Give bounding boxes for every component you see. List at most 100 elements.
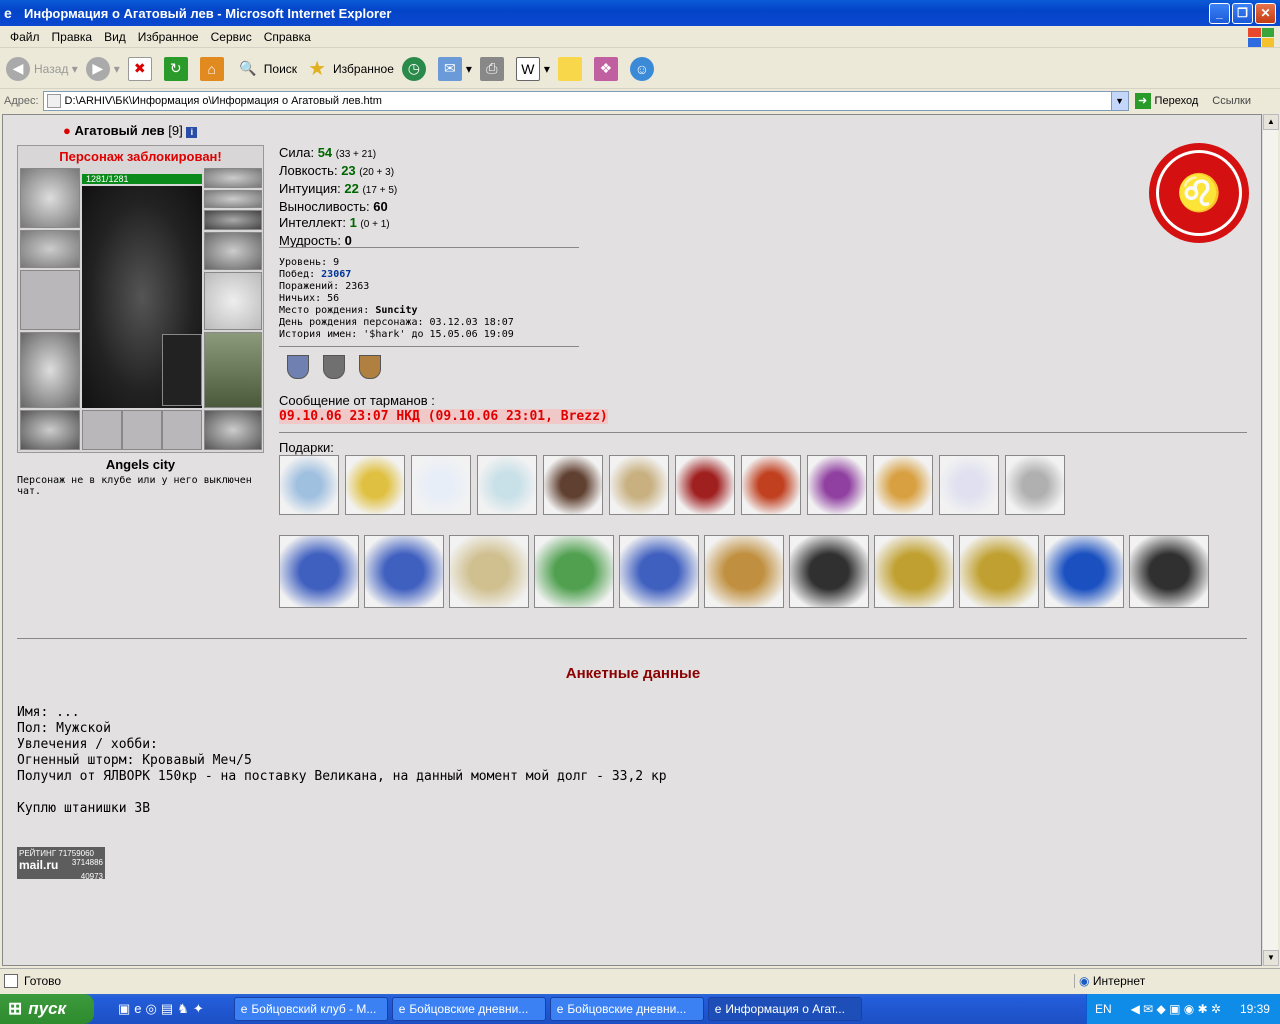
vertical-scrollbar[interactable]: ▲ ▼ — [1262, 114, 1279, 966]
gift-item[interactable] — [619, 535, 699, 608]
gift-item[interactable] — [1044, 535, 1124, 608]
window-title: Информация о Агатовый лев - Microsoft In… — [24, 5, 392, 21]
edit-button[interactable]: W ▾ — [515, 56, 550, 81]
search-button[interactable]: 🔍 Поиск — [236, 57, 297, 81]
bracers-slot[interactable] — [20, 230, 80, 268]
task-button[interactable]: e Бойцовский клуб - M... — [233, 997, 388, 1021]
language-indicator[interactable]: EN — [1095, 1002, 1112, 1016]
history-button[interactable]: ◷ — [401, 56, 430, 81]
favorites-button[interactable]: ★ Избранное — [305, 57, 394, 81]
lion-emblem-icon: ♌ — [1149, 143, 1249, 243]
pet-slot[interactable] — [162, 334, 202, 406]
gift-item[interactable] — [1005, 455, 1065, 515]
address-input[interactable]: D:\ARHIV\БК\Информация о\Информация о Аг… — [42, 91, 1129, 111]
discuss-button[interactable] — [557, 56, 586, 81]
gift-item[interactable] — [741, 455, 801, 515]
gift-item[interactable] — [411, 455, 471, 515]
menu-edit[interactable]: Правка — [52, 30, 93, 44]
gift-item[interactable] — [1129, 535, 1209, 608]
maximize-button[interactable]: ❐ — [1232, 3, 1253, 24]
history-icon: ◷ — [401, 56, 426, 81]
gift-item[interactable] — [873, 455, 933, 515]
belt-slot[interactable] — [20, 410, 80, 450]
gift-item[interactable] — [345, 455, 405, 515]
tray-icons[interactable]: ◀ ✉ ◆ ▣ ◉ ✱ ✲ — [1131, 1002, 1221, 1016]
print-button[interactable]: ⎙ — [479, 56, 508, 81]
menu-file[interactable]: Файл — [10, 30, 40, 44]
weapon-slot[interactable] — [20, 270, 80, 330]
gift-item[interactable] — [279, 455, 339, 515]
task-button[interactable]: e Бойцовские дневни... — [391, 997, 546, 1021]
gift-item[interactable] — [675, 455, 735, 515]
gift-item[interactable] — [789, 535, 869, 608]
rings-slot[interactable] — [204, 210, 262, 230]
divider — [279, 346, 579, 347]
potion-slot-1[interactable] — [82, 410, 122, 450]
gift-item[interactable] — [874, 535, 954, 608]
armor-slot[interactable] — [20, 332, 80, 408]
helmet-slot[interactable] — [20, 168, 80, 228]
quicklaunch-icon[interactable]: ▣ — [118, 1001, 130, 1017]
gift-item[interactable] — [543, 455, 603, 515]
gift-item[interactable] — [939, 455, 999, 515]
quicklaunch-icon[interactable]: ♞ — [177, 1001, 189, 1017]
mail-button[interactable]: ✉ ▾ — [437, 56, 472, 81]
menu-view[interactable]: Вид — [104, 30, 126, 44]
pants-slot[interactable] — [204, 332, 262, 408]
menu-tools[interactable]: Сервис — [211, 30, 252, 44]
boots-slot[interactable] — [204, 410, 262, 450]
refresh-button[interactable]: ↻ — [163, 56, 192, 81]
research-button[interactable]: ❖ — [593, 56, 622, 81]
badge-icon[interactable] — [323, 355, 345, 379]
gift-item[interactable] — [279, 535, 359, 608]
task-button[interactable]: e Бойцовские дневни... — [549, 997, 704, 1021]
search-icon: 🔍 — [239, 60, 257, 76]
minimize-button[interactable]: _ — [1209, 3, 1230, 24]
quicklaunch-icon[interactable]: ◎ — [146, 1001, 157, 1017]
home-button[interactable]: ⌂ — [199, 56, 228, 81]
gloves-slot[interactable] — [204, 232, 262, 270]
address-dropdown[interactable]: ▼ — [1110, 92, 1128, 110]
go-button[interactable]: ➜ Переход — [1134, 93, 1198, 109]
forward-button[interactable]: ▶ ▾ — [85, 56, 120, 81]
potion-slot-3[interactable] — [162, 410, 202, 450]
quicklaunch-icon[interactable]: ▤ — [161, 1001, 173, 1017]
info-icon[interactable]: i — [186, 127, 198, 138]
scroll-down-button[interactable]: ▼ — [1263, 950, 1279, 966]
close-button[interactable]: ✕ — [1255, 3, 1276, 24]
title-bar: e Информация о Агатовый лев - Microsoft … — [0, 0, 1280, 26]
task-button-active[interactable]: e Информация о Агат... — [707, 997, 862, 1021]
gift-item[interactable] — [704, 535, 784, 608]
scroll-up-button[interactable]: ▲ — [1263, 114, 1279, 130]
gift-item[interactable] — [609, 455, 669, 515]
shield-slot[interactable] — [204, 272, 262, 330]
stat-agility: Ловкость: 23 (20 + 3) — [279, 163, 395, 178]
links-toolbar[interactable]: Ссылки — [1212, 95, 1251, 107]
city-name: Angels city — [105, 457, 176, 472]
gift-item[interactable] — [959, 535, 1039, 608]
gift-item[interactable] — [534, 535, 614, 608]
ie-icon[interactable]: e — [134, 1001, 141, 1017]
gift-item[interactable] — [807, 455, 867, 515]
earrings-slot[interactable] — [204, 190, 262, 208]
ladybug-icon: ● — [63, 123, 71, 138]
potion-slot-2[interactable] — [122, 410, 162, 450]
rating-counter[interactable]: РЕЙТИНГ 71759060 mail.ru 3714886 40973 — [17, 847, 105, 881]
ie-icon: e — [4, 5, 12, 21]
start-button[interactable]: ⊞ пуск — [0, 994, 94, 1024]
menu-favorites[interactable]: Избранное — [138, 30, 199, 44]
messenger-button[interactable]: ☺ — [629, 56, 658, 81]
badge-icon[interactable] — [359, 355, 381, 379]
amulet-slot[interactable] — [204, 168, 262, 188]
back-button[interactable]: ◀ Назад ▾ — [6, 56, 78, 81]
menu-help[interactable]: Справка — [264, 30, 311, 44]
home-icon: ⌂ — [199, 56, 224, 81]
gift-item[interactable] — [477, 455, 537, 515]
badge-icon[interactable] — [287, 355, 309, 379]
quicklaunch-icon[interactable]: ✦ — [193, 1001, 204, 1017]
refresh-icon: ↻ — [163, 56, 188, 81]
character-details: Уровень: 9 Побед: 23067 Поражений: 2363 … — [279, 257, 514, 340]
gift-item[interactable] — [364, 535, 444, 608]
stop-button[interactable]: ✖ — [127, 56, 156, 81]
gift-item[interactable] — [449, 535, 529, 608]
